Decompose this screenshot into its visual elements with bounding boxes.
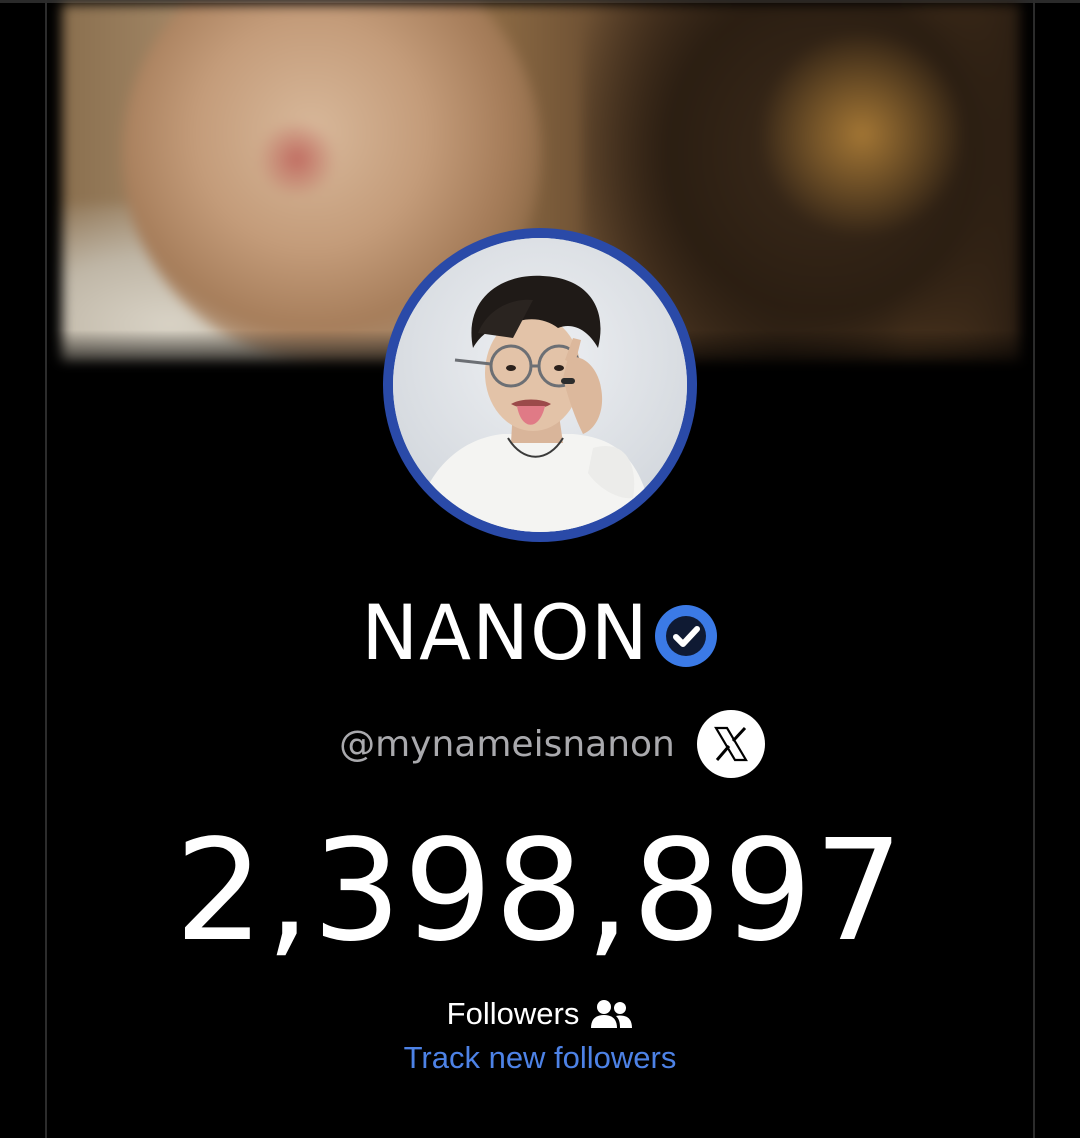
top-border — [0, 0, 1080, 3]
followers-count: 2,398,897 — [174, 810, 906, 973]
avatar-photo — [393, 238, 687, 532]
left-border — [45, 0, 47, 1138]
verified-badge-icon — [654, 605, 717, 667]
people-icon — [591, 1000, 633, 1028]
avatar[interactable] — [383, 228, 697, 542]
handle-row: @mynameisnanon — [0, 710, 1080, 778]
profile-name-row: NANON — [0, 588, 1080, 678]
profile-name: NANON — [361, 588, 649, 677]
x-logo-icon[interactable] — [696, 710, 765, 778]
followers-label: Followers — [446, 996, 580, 1031]
track-followers-link[interactable]: Track new followers — [0, 1038, 1080, 1078]
followers-label-row: Followers — [0, 992, 1080, 1036]
right-border — [1033, 0, 1035, 1138]
profile-handle[interactable]: @mynameisnanon — [339, 724, 675, 765]
profile-page: NANON @mynameisnanon 2,398,897 Followers… — [0, 0, 1080, 1138]
